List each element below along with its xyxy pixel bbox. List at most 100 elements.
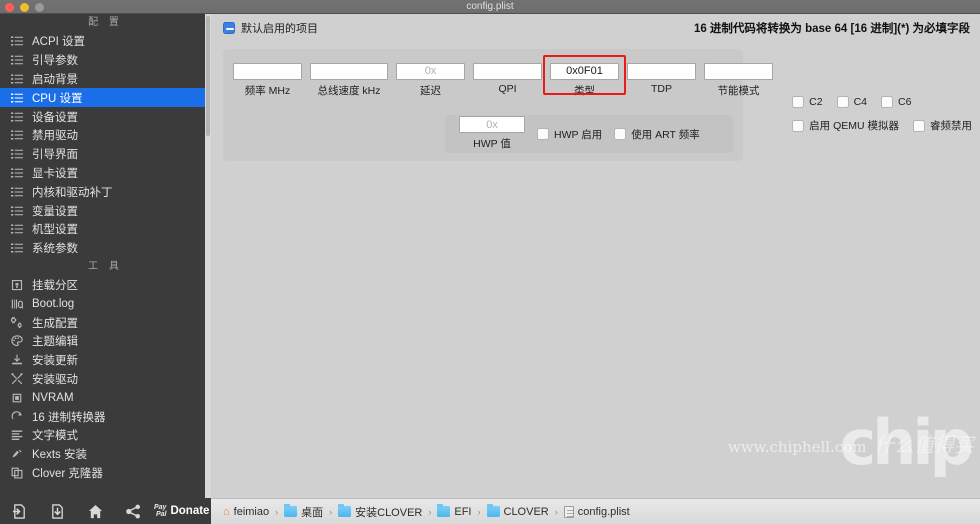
sidebar-item-config-9[interactable]: 变量设置 (0, 201, 211, 220)
chip-icon (12, 393, 22, 403)
sidebar-item-tool-7[interactable]: 16 进制转换器 (0, 407, 211, 426)
checkbox-box[interactable] (836, 96, 849, 108)
watermark-logo: chip (839, 406, 974, 480)
qpi-input[interactable] (473, 62, 542, 80)
latency-input[interactable] (396, 62, 465, 80)
hwp-enable-label: HWP 启用 (554, 128, 603, 141)
sidebar-config-list: ACPI 设置引导参数 启动背景 CPU 设置设备设置禁用驱动 引导界面 显卡设置 内核和… (0, 32, 211, 258)
home-icon: ⌂ (223, 505, 230, 518)
sidebar-item-config-7[interactable]: 显卡设置 (0, 164, 211, 183)
breadcrumb-item-1[interactable]: 桌面 (284, 504, 323, 520)
field-tdp: TDP (627, 61, 696, 98)
checkbox-box[interactable] (537, 128, 549, 140)
hwp-enable-checkbox[interactable]: HWP 启用 (537, 127, 602, 142)
home-button[interactable] (76, 498, 114, 524)
folder-icon (338, 504, 352, 517)
tdp-input[interactable] (627, 62, 696, 80)
breadcrumb-separator: › (428, 506, 432, 517)
sidebar-item-tool-0[interactable]: 挂载分区 (0, 276, 211, 295)
checkbox-box[interactable] (913, 119, 925, 132)
breadcrumb-item-5[interactable]: config.plist (563, 505, 630, 518)
sidebar-item-config-2[interactable]: 启动背景 (0, 70, 211, 89)
breadcrumb-label: config.plist (577, 505, 630, 518)
sidebar: 配 置 ACPI 设置 引导参数 启动背景 CPU 设置 设备设置 禁用驱动 引导界面 显卡设… (0, 14, 211, 498)
sidebar-item-label: 文字模式 (32, 430, 78, 443)
misc-checkbox-0[interactable]: 启用 QEMU 模拟器 (792, 118, 899, 133)
copy-icon (10, 466, 24, 479)
sidebar-item-label: 设备设置 (32, 111, 78, 124)
palette-icon (11, 335, 23, 347)
sidebar-item-config-0[interactable]: ACPI 设置 (0, 32, 211, 51)
list-icon (10, 223, 24, 236)
checkbox-box[interactable] (614, 128, 627, 140)
right-checkbox-group: C2 C4 C6 启用 QEMU 模拟器 睿频禁用 (792, 96, 972, 133)
sidebar-item-tool-3[interactable]: 主题编辑 (0, 332, 211, 351)
list-icon (11, 168, 23, 178)
log-search-icon (11, 299, 23, 309)
hwp-value-input[interactable] (459, 116, 525, 134)
donate-button[interactable]: Pay Pal Donate (152, 504, 209, 518)
field-bus-speed: 总线速度 kHz (310, 61, 388, 98)
sidebar-item-tool-4[interactable]: 安装更新 (0, 351, 211, 370)
frequency-input[interactable] (233, 62, 302, 80)
sidebar-item-tool-1[interactable]: Boot.log (0, 294, 211, 313)
sidebar-item-config-6[interactable]: 引导界面 (0, 145, 211, 164)
copy-icon (11, 467, 23, 479)
field-frequency: 频率 MHz (233, 61, 302, 98)
breadcrumb-label: EFI (454, 505, 472, 518)
type-caption: 类型 (574, 84, 595, 97)
c-state-checkbox-row: C2 C4 C6 (792, 96, 911, 108)
sidebar-item-config-4[interactable]: 设备设置 (0, 107, 211, 126)
checkbox-label: C2 (809, 96, 823, 108)
sidebar-tools-list: 挂载分区 Boot.log 生成配置主题编辑 安装更新安装驱动 NVRAM 16 进制转换… (0, 276, 211, 483)
sidebar-item-config-5[interactable]: 禁用驱动 (0, 126, 211, 145)
sidebar-item-label: ACPI 设置 (32, 36, 86, 49)
misc-checkbox-1[interactable]: 睿频禁用 (913, 118, 972, 133)
sidebar-item-config-10[interactable]: 机型设置 (0, 220, 211, 239)
sidebar-item-label: 系统参数 (32, 243, 78, 256)
share-button[interactable] (114, 498, 152, 524)
checkbox-label: C4 (853, 96, 868, 108)
plug-icon (10, 448, 24, 461)
sidebar-item-tool-2[interactable]: 生成配置 (0, 313, 211, 332)
checkbox-box[interactable] (792, 96, 805, 108)
bus-speed-input[interactable] (310, 62, 388, 80)
disk-mount-icon (10, 278, 24, 291)
default-enabled-checkbox[interactable] (223, 21, 235, 34)
checkbox-box[interactable] (792, 119, 805, 132)
import-button[interactable] (0, 498, 38, 524)
power-mode-caption: 节能模式 (717, 84, 760, 97)
art-frequency-checkbox[interactable]: 使用 ART 频率 (614, 127, 700, 142)
sidebar-item-config-3[interactable]: CPU 设置 (0, 88, 211, 108)
sidebar-item-label: 挂载分区 (32, 279, 78, 292)
sidebar-scrollbar-thumb[interactable] (206, 16, 210, 136)
sidebar-item-config-11[interactable]: 系统参数 (0, 239, 211, 258)
tools-icon (11, 373, 23, 385)
sidebar-item-tool-5[interactable]: 安装驱动 (0, 370, 211, 389)
sidebar-item-label: 安装驱动 (32, 373, 78, 386)
cstate-checkbox-2[interactable]: C6 (881, 96, 911, 108)
sidebar-item-config-1[interactable]: 引导参数 (0, 51, 211, 70)
cstate-checkbox-1[interactable]: C4 (836, 96, 868, 108)
app-window: config.plist 配 置 ACPI 设置 引导参数 启动背景 CPU 设置 设备… (0, 0, 980, 524)
sidebar-item-label: 生成配置 (32, 317, 78, 330)
sidebar-item-config-8[interactable]: 内核和驱动补丁 (0, 182, 211, 201)
export-button[interactable] (38, 498, 76, 524)
power-mode-input[interactable] (704, 62, 773, 80)
breadcrumb-item-4[interactable]: CLOVER (486, 504, 549, 518)
breadcrumb-item-0[interactable]: ⌂ feimiao (223, 506, 269, 518)
sidebar-item-label: Clover 克隆器 (32, 467, 103, 480)
breadcrumb-item-3[interactable]: EFI (437, 504, 472, 518)
checkbox-box[interactable] (881, 96, 894, 108)
sidebar-item-tool-9[interactable]: Kexts 安装 (0, 445, 211, 464)
breadcrumb-separator: › (477, 506, 481, 517)
sidebar-item-tool-6[interactable]: NVRAM (0, 388, 211, 407)
cstate-checkbox-0[interactable]: C2 (792, 96, 823, 108)
tdp-caption: TDP (651, 82, 672, 95)
sidebar-item-tool-10[interactable]: Clover 克隆器 (0, 464, 211, 483)
sidebar-item-tool-8[interactable]: 文字模式 (0, 426, 211, 445)
type-input[interactable] (550, 62, 619, 80)
list-icon (10, 72, 24, 85)
breadcrumb-item-2[interactable]: 安装CLOVER (338, 504, 422, 520)
breadcrumb: ⌂ feimiao › 桌面 › 安装CLOVER › EFI › CLOVER › config.p… (211, 498, 980, 524)
